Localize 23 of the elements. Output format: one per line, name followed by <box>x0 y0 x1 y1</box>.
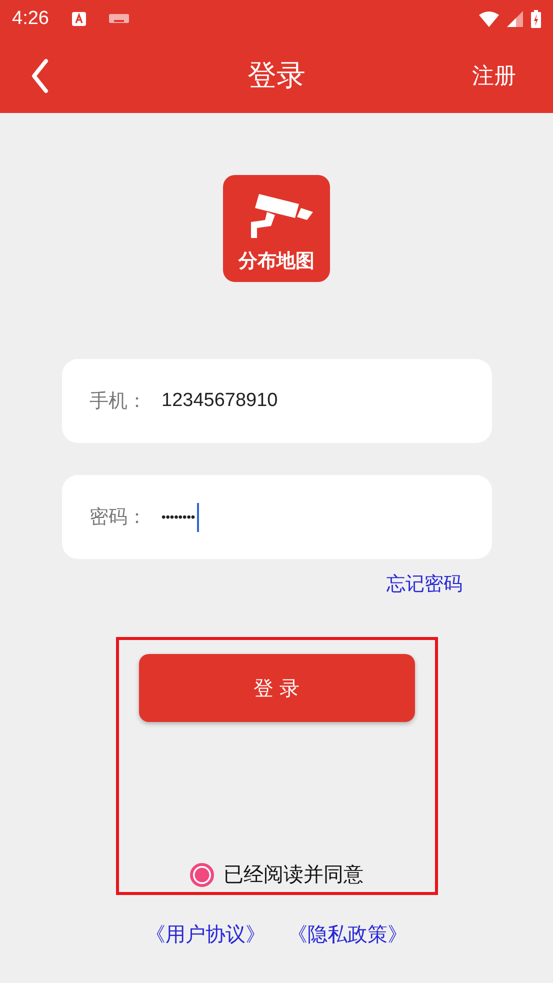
agree-radio[interactable] <box>190 862 214 886</box>
field-label: 密码： <box>90 505 148 530</box>
back-button[interactable] <box>30 58 50 94</box>
policy-link[interactable]: 《用户协议》 <box>146 921 266 948</box>
login-button[interactable]: 登 录 <box>138 654 414 722</box>
field-label: 手机： <box>90 389 148 414</box>
logo-text: 分布地图 <box>238 249 314 274</box>
back-icon <box>30 58 50 94</box>
wifi-icon <box>479 11 499 27</box>
keyboard-icon <box>108 13 129 25</box>
password-field[interactable]: 密码： •••••••• <box>62 475 492 559</box>
status-time: 4:26 <box>12 8 49 30</box>
field-value: 12345678910 <box>162 390 278 412</box>
field-value: •••••••• <box>162 510 196 524</box>
input-method-icon <box>70 11 87 27</box>
agree-label: 已经阅读并同意 <box>224 861 364 888</box>
forgot-password-link[interactable]: 忘记密码 <box>386 571 462 597</box>
policy-link[interactable]: 《隐私政策》 <box>288 921 408 948</box>
phone-field[interactable]: 手机： 12345678910 <box>62 359 492 443</box>
register-button[interactable]: 注册 <box>472 60 516 90</box>
battery-icon <box>531 10 541 28</box>
signal-icon <box>507 11 523 27</box>
page-title: 登录 <box>248 56 306 94</box>
